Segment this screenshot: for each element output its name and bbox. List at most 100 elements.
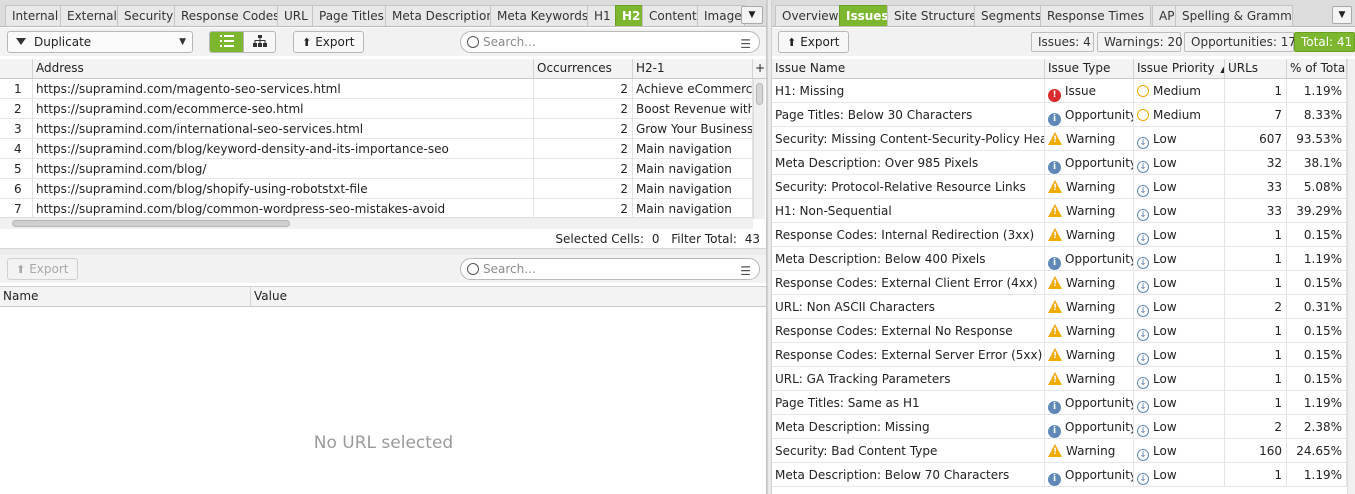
column-header-h2-1[interactable]: H2-1 [633, 59, 753, 79]
cell-issue-name[interactable]: Response Codes: External Client Error (4… [772, 271, 1045, 295]
table-row[interactable]: Security: Missing Content-Security-Polic… [772, 127, 1347, 151]
cell-issue-name[interactable]: Security: Missing Content-Security-Polic… [772, 127, 1045, 151]
sliders-icon[interactable]: ☰ [740, 34, 751, 54]
table-row[interactable]: H1: Missing! Issue Medium 1 1.19% [772, 79, 1347, 103]
table-row[interactable]: 4 https://supramind.com/blog/keyword-dens… [0, 139, 753, 159]
column-header-percent-of-total[interactable]: % of Total [1287, 59, 1347, 79]
tree-view-button[interactable] [243, 32, 275, 52]
scroll-thumb[interactable] [756, 83, 763, 105]
cell-issue-name[interactable]: URL: Non ASCII Characters [772, 295, 1045, 319]
tab-spelling-grammar[interactable]: Spelling & Grammar [1175, 5, 1293, 26]
tab-response-times[interactable]: Response Times [1040, 5, 1152, 26]
column-header-issue-type[interactable]: Issue Type [1045, 59, 1134, 79]
cell-issue-name[interactable]: Page Titles: Below 30 Characters [772, 103, 1045, 127]
issues-export-button[interactable]: ⬆ Export [778, 31, 849, 53]
detail-search-input[interactable]: Search... ☰ [460, 258, 760, 280]
cell-issue-name[interactable]: H1: Non-Sequential [772, 199, 1045, 223]
table-row[interactable]: Response Codes: External Server Error (5… [772, 343, 1347, 367]
cell-address[interactable]: https://supramind.com/blog/keyword-densi… [33, 139, 534, 159]
table-row[interactable]: 6 https://supramind.com/blog/shopify-usin… [0, 179, 753, 199]
cell-address[interactable]: https://supramind.com/magento-seo-servic… [33, 79, 534, 99]
table-row[interactable]: Meta Description: Missing i Opportunity ↓ Lo… [772, 415, 1347, 439]
table-row[interactable]: Page Titles: Same as H1 i Opportunity ↓ Low 1… [772, 391, 1347, 415]
cell-address[interactable]: https://supramind.com/blog/common-wordpr… [33, 199, 534, 219]
list-view-button[interactable] [210, 32, 243, 52]
cell-address[interactable]: https://supramind.com/blog/ [33, 159, 534, 179]
table-row[interactable]: Response Codes: External No Response! War… [772, 319, 1347, 343]
cell-issue-name[interactable]: H1: Missing [772, 79, 1045, 103]
cell-issue-name[interactable]: Response Codes: External Server Error (5… [772, 343, 1045, 367]
horizontal-scrollbar[interactable] [0, 217, 753, 229]
info-icon: i [1048, 401, 1061, 414]
export-button[interactable]: ⬆ Export [293, 31, 364, 53]
tab-overview[interactable]: Overview [775, 5, 846, 26]
search-icon [467, 36, 479, 48]
detail-export-button[interactable]: ⬆ Export [7, 258, 78, 280]
vertical-scrollbar[interactable] [753, 79, 765, 219]
column-header-value[interactable]: Value [251, 287, 766, 307]
tab-segments[interactable]: Segments [974, 5, 1049, 26]
tab-content[interactable]: Content [642, 5, 704, 26]
cell-issue-name[interactable]: Security: Bad Content Type [772, 439, 1045, 463]
scroll-thumb[interactable] [12, 220, 290, 227]
column-header-issue-name[interactable]: Issue Name [772, 59, 1045, 79]
sliders-icon[interactable]: ☰ [740, 261, 751, 281]
search-input[interactable]: Search... ☰ [460, 31, 760, 53]
tab-site-structure[interactable]: Site Structure [887, 5, 984, 26]
tab-internal[interactable]: Internal [5, 5, 66, 26]
table-row[interactable]: Meta Description: Below 400 Pixels i Oppor… [772, 247, 1347, 271]
cell-issue-name[interactable]: Security: Protocol-Relative Resource Lin… [772, 175, 1045, 199]
table-row[interactable]: 1 https://supramind.com/magento-seo-servi… [0, 79, 753, 99]
table-row[interactable]: Page Titles: Below 30 Characters i Opportu… [772, 103, 1347, 127]
column-header-urls[interactable]: URLs [1225, 59, 1287, 79]
tab-security[interactable]: Security [117, 5, 181, 26]
tab-meta-keywords[interactable]: Meta Keywords [490, 5, 596, 26]
table-row[interactable]: 3 https://supramind.com/international-seo… [0, 119, 753, 139]
column-header-name[interactable]: Name [0, 287, 251, 307]
filter-dropdown[interactable]: Duplicate ▼ [7, 31, 193, 53]
column-header-address[interactable]: Address [33, 59, 534, 79]
table-row[interactable]: Security: Protocol-Relative Resource Lin… [772, 175, 1347, 199]
table-row[interactable]: URL: Non ASCII Characters! Warning ↓ Low 2 0.… [772, 295, 1347, 319]
column-header-occurrences[interactable]: Occurrences [534, 59, 633, 79]
tab-meta-description[interactable]: Meta Description [385, 5, 501, 26]
cell-address[interactable]: https://supramind.com/blog/shopify-using… [33, 179, 534, 199]
cell-address[interactable]: https://supramind.com/ecommerce-seo.html [33, 99, 534, 119]
cell-issue-name[interactable]: Page Titles: Same as H1 [772, 391, 1045, 415]
row-number: 7 [0, 199, 33, 219]
table-row[interactable]: 5 https://supramind.com/blog/2 Main naviga… [0, 159, 753, 179]
column-header-issue-priority[interactable]: Issue Priority ▲ [1134, 59, 1225, 79]
tab-url[interactable]: URL [277, 5, 315, 26]
row-number: 3 [0, 119, 33, 139]
table-row[interactable]: Meta Description: Over 985 Pixels i Opport… [772, 151, 1347, 175]
table-row[interactable]: Response Codes: External Client Error (4… [772, 271, 1347, 295]
tab-h1[interactable]: H1 [587, 5, 618, 26]
add-column-button[interactable]: + [753, 59, 766, 79]
cell-issue-name[interactable]: URL: GA Tracking Parameters [772, 367, 1045, 391]
table-row[interactable]: 7 https://supramind.com/blog/common-wordp… [0, 199, 753, 219]
cell-issue-name[interactable]: Response Codes: Internal Redirection (3x… [772, 223, 1045, 247]
tab-page-titles[interactable]: Page Titles [312, 5, 391, 26]
tab-overflow-dropdown[interactable]: ▼ [1332, 6, 1352, 24]
table-row[interactable]: Security: Bad Content Type! Warning ↓ Low 16… [772, 439, 1347, 463]
table-row[interactable]: H1: Non-Sequential! Warning ↓ Low 33 39.29% [772, 199, 1347, 223]
cell-address[interactable]: https://supramind.com/international-seo-… [33, 119, 534, 139]
low-priority-icon: ↓ [1137, 449, 1149, 461]
tab-images[interactable]: Images [697, 5, 745, 26]
cell-issue-name[interactable]: Meta Description: Below 400 Pixels [772, 247, 1045, 271]
low-priority-icon: ↓ [1137, 185, 1149, 197]
tab-external[interactable]: External [60, 5, 124, 26]
tree-icon [253, 35, 267, 47]
cell-issue-name[interactable]: Response Codes: External No Response [772, 319, 1045, 343]
table-row[interactable]: URL: GA Tracking Parameters! Warning ↓ Low 1… [772, 367, 1347, 391]
table-row[interactable]: Response Codes: Internal Redirection (3x… [772, 223, 1347, 247]
tab-response-codes[interactable]: Response Codes [174, 5, 287, 26]
table-row[interactable]: 2 https://supramind.com/ecommerce-seo.htm… [0, 99, 753, 119]
table-row[interactable]: Meta Description: Below 70 Characters i Op… [772, 463, 1347, 487]
issues-vertical-scrollbar[interactable] [1347, 59, 1355, 494]
issue-priority-label: Low [1153, 420, 1177, 434]
cell-issue-name[interactable]: Meta Description: Over 985 Pixels [772, 151, 1045, 175]
tab-overflow-dropdown[interactable]: ▼ [741, 6, 763, 24]
cell-issue-name[interactable]: Meta Description: Below 70 Characters [772, 463, 1045, 487]
cell-issue-name[interactable]: Meta Description: Missing [772, 415, 1045, 439]
